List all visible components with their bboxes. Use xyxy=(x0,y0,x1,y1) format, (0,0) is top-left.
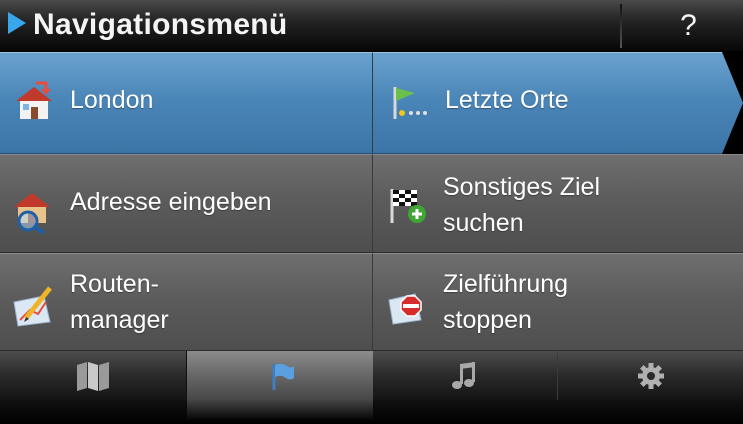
recent-flag-icon xyxy=(393,87,427,119)
tab-map[interactable] xyxy=(0,351,187,400)
menu-item-label-line-1: Zielführung xyxy=(443,270,569,298)
play-triangle-icon xyxy=(8,12,26,34)
header-bar: Navigationsmenü ? xyxy=(0,0,743,52)
address-search-icon xyxy=(14,193,50,235)
help-button[interactable]: ? xyxy=(624,0,743,52)
menu-item-adresse-eingeben[interactable]: Adresse eingeben xyxy=(0,154,372,253)
menu-item-sonstiges-ziel-suchen[interactable]: Sonstiges Ziel suchen xyxy=(372,154,743,253)
bottom-tab-bar xyxy=(0,351,743,424)
stop-sign-icon xyxy=(388,293,422,325)
menu-grid: London Letzte Orte Adresse eingeben Sons… xyxy=(0,52,743,351)
menu-item-letzte-orte[interactable]: Letzte Orte xyxy=(372,52,743,154)
tab-settings[interactable] xyxy=(558,351,743,400)
active-tab-reflection xyxy=(187,400,373,420)
home-icon xyxy=(16,81,52,119)
tab-navigation[interactable] xyxy=(187,351,373,400)
menu-item-london[interactable]: London xyxy=(0,52,372,154)
help-icon: ? xyxy=(680,9,697,42)
header-divider xyxy=(620,4,622,48)
flag-icon xyxy=(272,363,294,390)
page-title: Navigationsmenü xyxy=(33,8,288,41)
menu-item-label-line-2: suchen xyxy=(443,209,524,237)
music-note-icon xyxy=(452,361,475,389)
menu-item-label-line-1: Sonstiges Ziel xyxy=(443,173,601,201)
menu-item-label: Adresse eingeben xyxy=(70,188,272,216)
menu-item-label-line-2: stoppen xyxy=(443,306,532,334)
menu-item-label-line-1: Routen- xyxy=(70,270,159,298)
navigation-screen: Navigationsmenü ? London Letzte Orte Adr… xyxy=(0,0,743,424)
menu-item-label: Letzte Orte xyxy=(445,86,569,114)
route-pen-icon xyxy=(13,286,52,327)
tab-bar-reflection xyxy=(0,400,743,424)
tab-music[interactable] xyxy=(373,351,558,400)
menu-item-zielfuehrung-stoppen[interactable]: Zielführung stoppen xyxy=(372,253,743,351)
checkered-flag-add-icon xyxy=(390,189,426,223)
menu-item-label: London xyxy=(70,86,154,114)
menu-item-label-line-2: manager xyxy=(70,306,169,334)
gear-icon xyxy=(637,362,664,389)
map-icon xyxy=(77,361,109,391)
menu-item-routen-manager[interactable]: Routen- manager xyxy=(0,253,372,351)
